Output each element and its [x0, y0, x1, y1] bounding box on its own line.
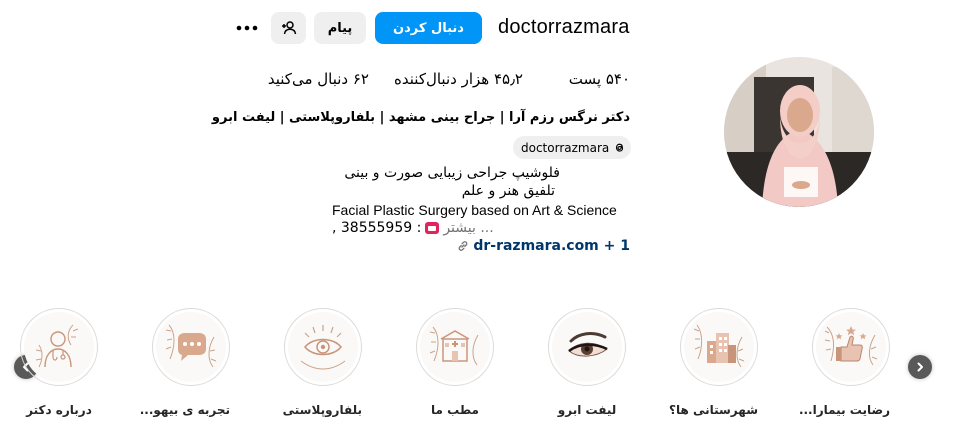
profile-username: doctorrazmara: [498, 16, 630, 38]
threads-icon: [616, 143, 624, 152]
highlight-item[interactable]: درباره دکتر: [20, 308, 98, 417]
highlight-item[interactable]: شهرستانی ها؟: [668, 308, 758, 417]
highlight-label: رضایت بیمارا...: [798, 403, 890, 417]
chat-bubble-icon: [165, 324, 217, 368]
highlight-label: مطب ما: [431, 403, 479, 417]
more-icon: [236, 25, 258, 31]
profile-links[interactable]: dr-razmara.com + 1: [457, 238, 630, 254]
thumbs-up-stars-icon: [824, 326, 878, 366]
followers-link[interactable]: ۴۵٫۲ هزار دنبال‌کننده: [394, 70, 523, 88]
scroll-right-button[interactable]: [908, 355, 932, 379]
highlight-item[interactable]: لیفت ابرو: [548, 308, 626, 417]
highlight-label: شهرستانی ها؟: [668, 403, 758, 417]
doctor-icon: [35, 324, 79, 368]
highlight-item[interactable]: رضایت بیمارا...: [798, 308, 890, 417]
bio-line: تلفیق هنر و علم: [461, 183, 555, 199]
buildings-icon: [693, 324, 745, 368]
highlight-item[interactable]: تجربه ی بیهو...: [139, 308, 230, 417]
following-link[interactable]: ۶۲ دنبال می‌کنید: [268, 70, 369, 88]
bio-phone: , 38555959 :: [332, 220, 422, 236]
highlight-label: لیفت ابرو: [557, 403, 617, 417]
bio-more-link[interactable]: بیشتر ...: [443, 220, 493, 236]
doctor-portrait-image: [724, 57, 874, 207]
eye-makeup-icon: [568, 332, 608, 357]
more-options-button[interactable]: [233, 16, 261, 40]
eye-icon: [300, 325, 346, 370]
highlight-item[interactable]: بلفاروپلاستی: [282, 308, 362, 417]
highlight-label: تجربه ی بیهو...: [139, 403, 230, 417]
highlight-label: درباره دکتر: [26, 403, 92, 417]
highlight-ring[interactable]: [548, 308, 626, 386]
highlight-item[interactable]: مطب ما: [416, 308, 494, 417]
clinic-icon: [429, 326, 479, 366]
highlight-ring[interactable]: [20, 308, 98, 386]
highlight-label: بلفاروپلاستی: [282, 403, 362, 417]
add-person-icon: [281, 21, 296, 35]
threads-handle: doctorrazmara: [521, 140, 610, 155]
telephone-icon: [425, 222, 440, 234]
message-button[interactable]: پیام: [314, 12, 366, 44]
profile-avatar[interactable]: [724, 57, 874, 207]
profile-link-text[interactable]: dr-razmara.com + 1: [473, 238, 630, 254]
profile-full-name: دکتر نرگس رزم آرا | جراح بینی مشهد | بلف…: [211, 110, 630, 125]
bio-line: Facial Plastic Surgery based on Art & Sc…: [332, 202, 617, 218]
threads-badge[interactable]: doctorrazmara: [513, 136, 631, 159]
highlight-ring[interactable]: [152, 308, 230, 386]
link-icon: [458, 241, 468, 251]
follow-button[interactable]: دنبال کردن: [375, 12, 482, 44]
highlight-ring[interactable]: [416, 308, 494, 386]
chevron-right-icon: [917, 362, 923, 372]
bio-contact-line: , 38555959 : بیشتر ...: [332, 220, 494, 236]
posts-count: ۵۴۰ پست: [568, 70, 630, 88]
suggested-accounts-button[interactable]: [271, 12, 306, 44]
highlight-ring[interactable]: [284, 308, 362, 386]
highlight-ring[interactable]: [812, 308, 890, 386]
bio-line: فلوشیپ جراحی زیبایی صورت و بینی: [344, 165, 560, 181]
highlight-ring[interactable]: [680, 308, 758, 386]
